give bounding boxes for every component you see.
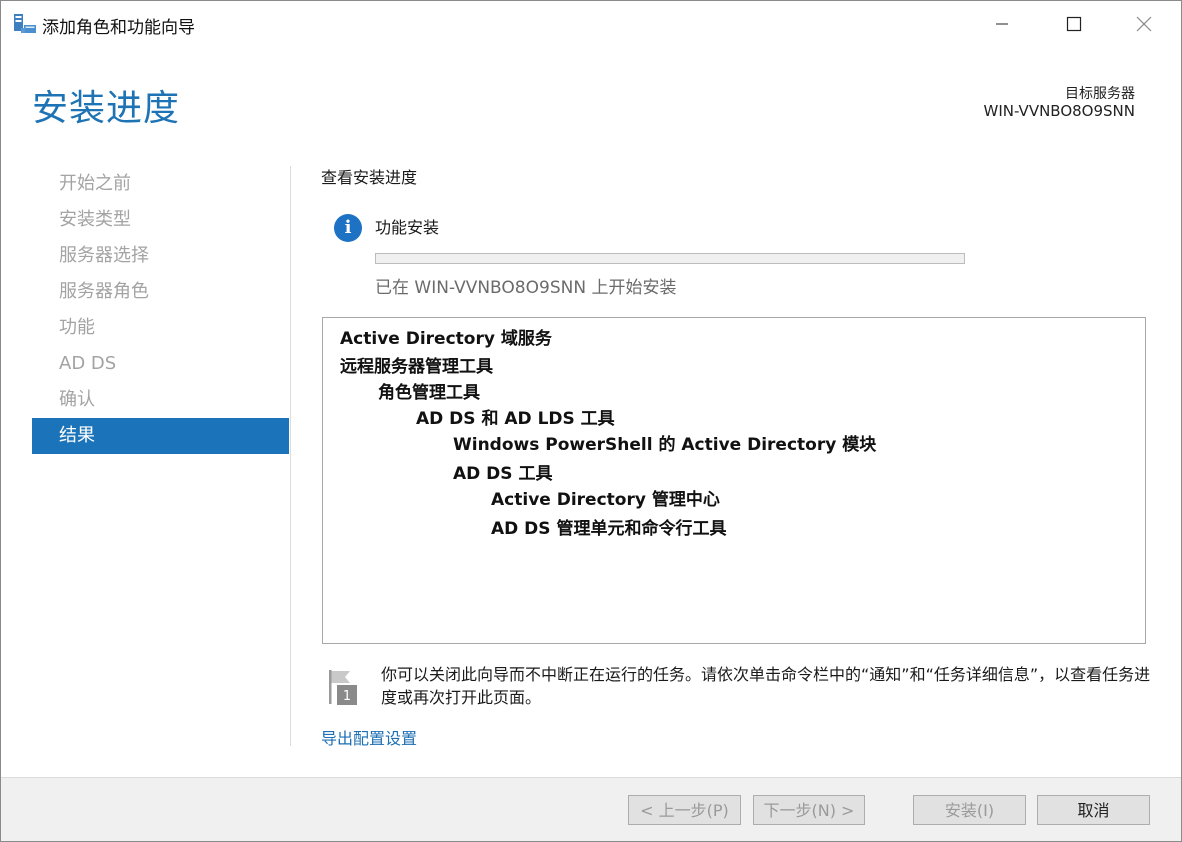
notification-count: 1 xyxy=(343,689,351,704)
result-item: Windows PowerShell 的 Active Directory 模块 xyxy=(453,435,877,455)
minimize-icon xyxy=(996,23,1008,25)
nav-item-ad-ds[interactable]: AD DS xyxy=(32,346,289,382)
nav-item-server-selection[interactable]: 服务器选择 xyxy=(32,238,289,274)
target-server-label: 目标服务器 xyxy=(1065,86,1135,102)
target-server-name: WIN-VVNBO8O9SNN xyxy=(983,102,1135,120)
next-button[interactable]: 下一步(N) > xyxy=(753,795,865,825)
close-icon xyxy=(1136,16,1152,32)
install-button[interactable]: 安装(I) xyxy=(913,795,1026,825)
minimize-button[interactable] xyxy=(967,1,1037,47)
notification-flag-icon: 1 xyxy=(329,670,357,705)
wizard-window: 添加角色和功能向导 安装进度 目标服务器 WIN-VVNBO8O9SNN 开始之… xyxy=(0,0,1182,842)
result-item: Active Directory 管理中心 xyxy=(491,490,720,510)
section-title: 查看安装进度 xyxy=(321,168,418,187)
page-title: 安装进度 xyxy=(32,88,181,129)
maximize-button[interactable] xyxy=(1039,1,1109,47)
server-manager-icon xyxy=(14,14,36,33)
nav-divider xyxy=(290,166,291,746)
background-task-note: 你可以关闭此向导而不中断正在运行的任务。请依次单击命令栏中的“通知”和“任务详细… xyxy=(381,665,1151,707)
result-item: AD DS 和 AD LDS 工具 xyxy=(416,409,615,429)
result-item: Active Directory 域服务 xyxy=(340,329,552,349)
nav-item-confirmation[interactable]: 确认 xyxy=(32,382,289,418)
export-configuration-link[interactable]: 导出配置设置 xyxy=(321,725,417,749)
result-item: 角色管理工具 xyxy=(378,383,480,403)
result-item: AD DS 管理单元和命令行工具 xyxy=(491,519,727,539)
results-list[interactable]: Active Directory 域服务 远程服务器管理工具 角色管理工具 AD… xyxy=(322,317,1146,644)
installation-progress-bar xyxy=(375,253,965,264)
title-bar: 添加角色和功能向导 xyxy=(1,1,1181,47)
result-item: AD DS 工具 xyxy=(453,464,553,484)
result-item: 远程服务器管理工具 xyxy=(340,357,493,377)
info-icon: i xyxy=(334,214,362,242)
installation-status-text: 已在 WIN-VVNBO8O9SNN 上开始安装 xyxy=(375,278,677,298)
nav-item-before-you-begin[interactable]: 开始之前 xyxy=(32,166,289,202)
wizard-footer: < 上一步(P) 下一步(N) > 安装(I) 取消 xyxy=(1,777,1181,841)
nav-item-features[interactable]: 功能 xyxy=(32,310,289,346)
nav-item-installation-type[interactable]: 安装类型 xyxy=(32,202,289,238)
nav-item-server-roles[interactable]: 服务器角色 xyxy=(32,274,289,310)
wizard-nav: 开始之前 安装类型 服务器选择 服务器角色 功能 AD DS 确认 结果 xyxy=(32,166,289,454)
cancel-button[interactable]: 取消 xyxy=(1037,795,1150,825)
feature-installation-label: 功能安装 xyxy=(375,218,440,237)
previous-button[interactable]: < 上一步(P) xyxy=(628,795,741,825)
maximize-icon xyxy=(1066,16,1082,32)
close-button[interactable] xyxy=(1109,1,1179,47)
nav-item-results[interactable]: 结果 xyxy=(32,418,289,454)
window-title: 添加角色和功能向导 xyxy=(42,18,195,38)
